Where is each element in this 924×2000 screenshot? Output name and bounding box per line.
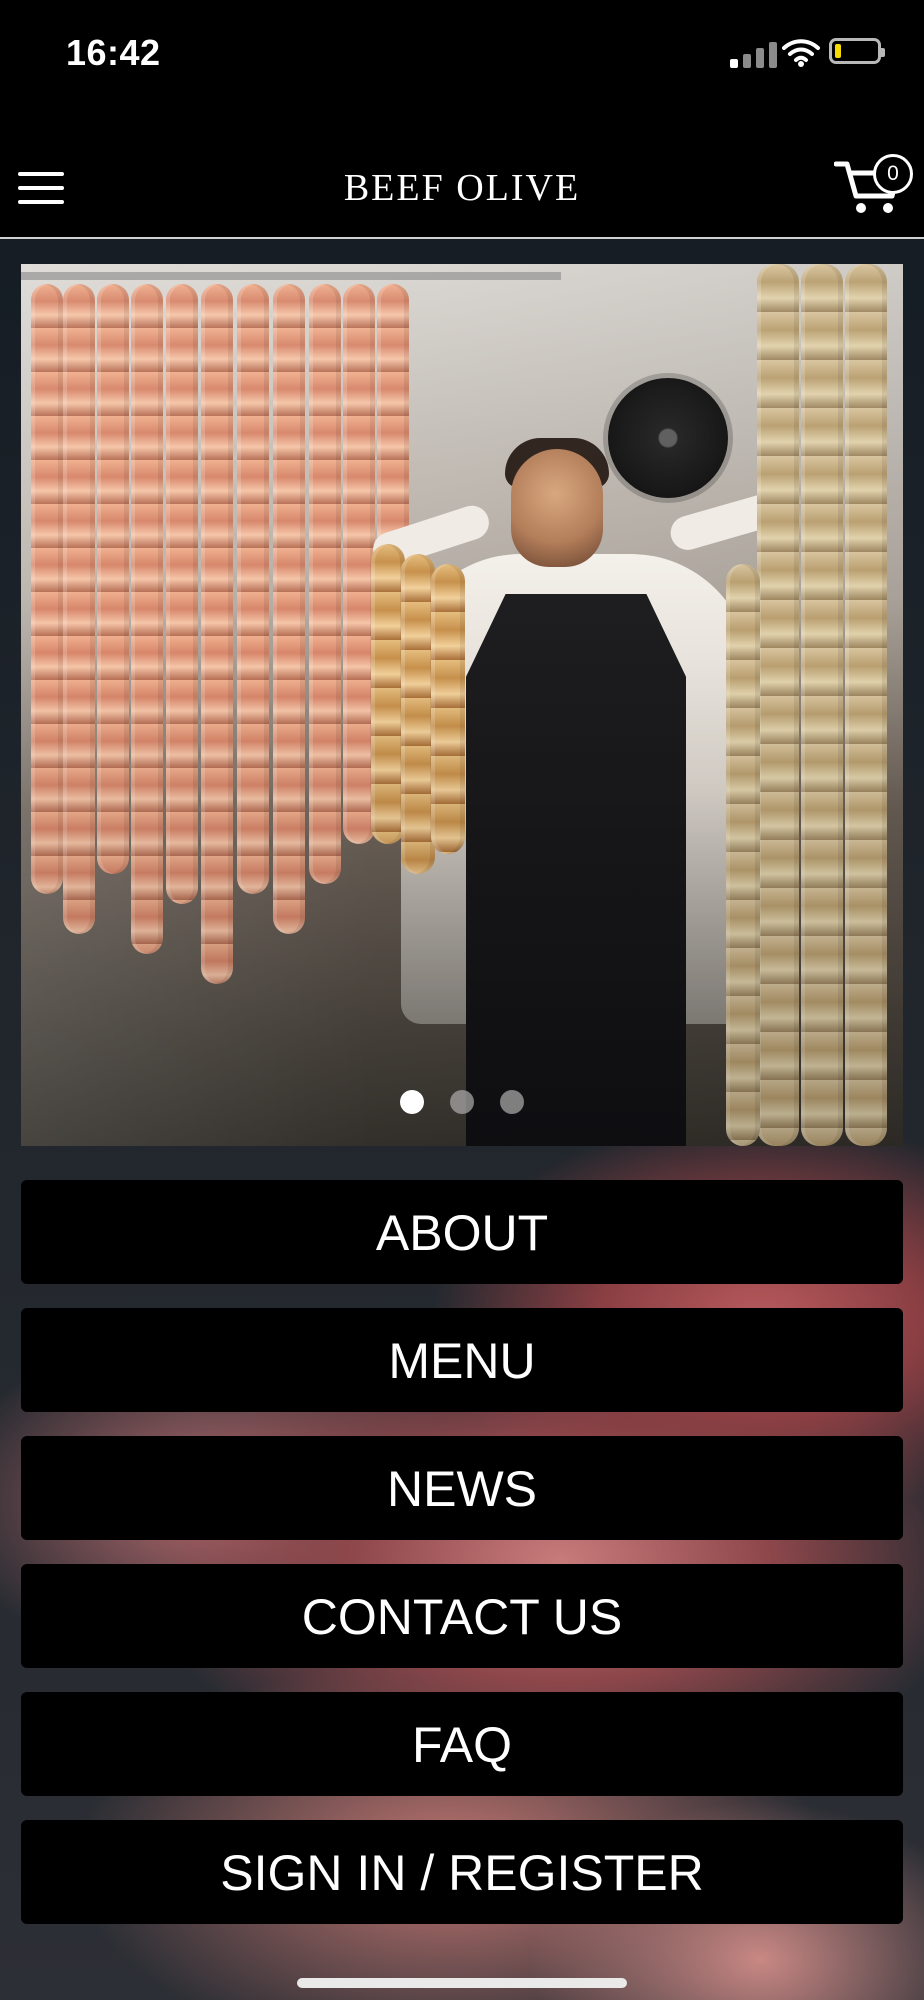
hero-carousel[interactable] <box>21 264 903 1146</box>
menu-button[interactable]: MENU <box>21 1308 903 1412</box>
home-indicator[interactable] <box>297 1978 627 1988</box>
app-title: BEEF OLIVE <box>343 167 581 209</box>
carousel-dot-1[interactable] <box>399 1090 424 1114</box>
app-header: BEEF OLIVE 0 <box>0 108 924 239</box>
battery-level <box>835 44 841 58</box>
cart-count-badge[interactable]: 0 <box>873 154 913 194</box>
status-time: 16:42 <box>66 32 161 73</box>
about-button[interactable]: ABOUT <box>21 1180 903 1284</box>
faq-button[interactable]: FAQ <box>21 1692 903 1796</box>
carousel-pagination <box>21 1090 903 1119</box>
sign-in-register-button[interactable]: SIGN IN / REGISTER <box>21 1820 903 1924</box>
wifi-icon <box>782 39 820 67</box>
main-menu: ABOUT MENU NEWS CONTACT US FAQ SIGN IN /… <box>21 1180 903 1948</box>
news-button[interactable]: NEWS <box>21 1436 903 1540</box>
battery-icon <box>829 38 885 64</box>
status-bar: 16:42 <box>0 0 924 108</box>
contact-us-button[interactable]: CONTACT US <box>21 1564 903 1668</box>
hero-overlay <box>21 264 903 1146</box>
carousel-dot-3[interactable] <box>500 1090 525 1114</box>
carousel-dot-2[interactable] <box>450 1090 474 1114</box>
signal-icon <box>730 38 784 68</box>
